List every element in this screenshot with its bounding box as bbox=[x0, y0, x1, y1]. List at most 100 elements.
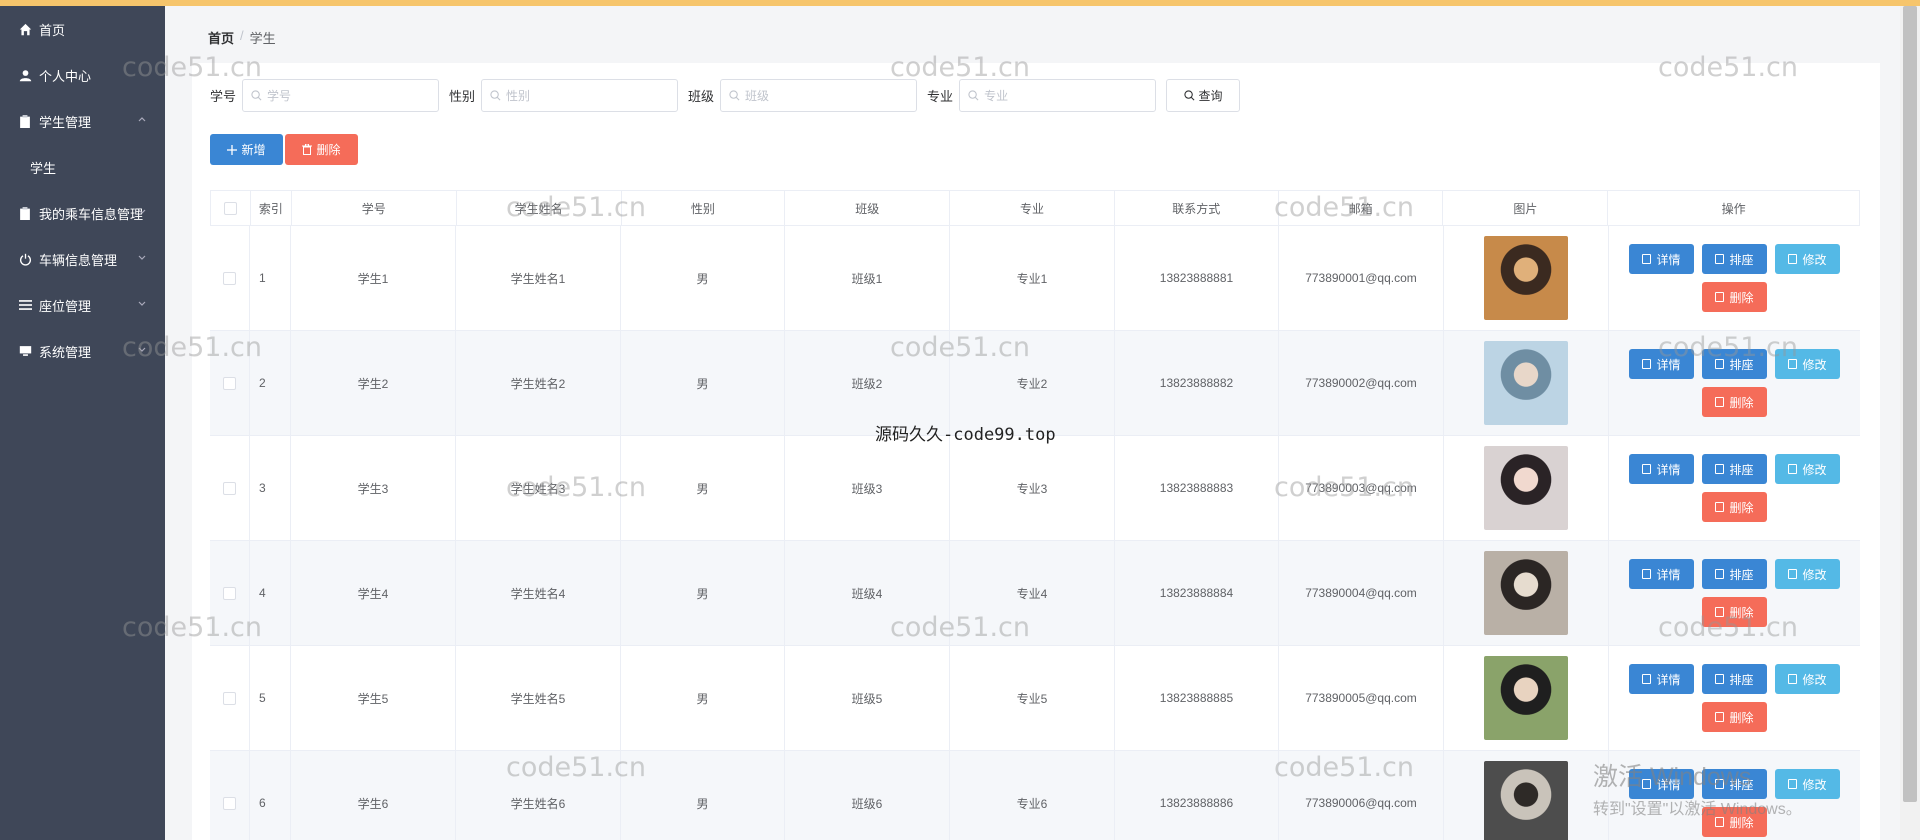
content-panel: 学号 学号 性别 性别 班级 班级 专业 专业 查询 新增 删除 索引 学号 学… bbox=[192, 63, 1880, 840]
vertical-scrollbar[interactable] bbox=[1900, 6, 1920, 840]
arrange-seat-button-label: 排座 bbox=[1729, 567, 1754, 582]
major-search-input[interactable]: 专业 bbox=[959, 79, 1157, 112]
detail-button[interactable]: 详情 bbox=[1629, 454, 1694, 484]
row-checkbox[interactable] bbox=[223, 271, 236, 285]
delete-button[interactable]: 删除 bbox=[1702, 597, 1767, 627]
sidebar-item-system-management[interactable]: 系统管理 bbox=[0, 328, 165, 374]
arrange-seat-button[interactable]: 排座 bbox=[1702, 559, 1767, 589]
document-icon bbox=[1642, 464, 1652, 474]
edit-button[interactable]: 修改 bbox=[1775, 559, 1840, 589]
detail-button[interactable]: 详情 bbox=[1629, 559, 1694, 589]
photo-cell bbox=[1444, 331, 1609, 435]
search-icon bbox=[729, 90, 740, 101]
delete-button-label: 删除 bbox=[1729, 605, 1754, 620]
search-bar: 学号 学号 性别 性别 班级 班级 专业 专业 查询 bbox=[210, 79, 1241, 112]
operations-cell: 详情 排座 修改删除 bbox=[1609, 646, 1860, 750]
edit-button[interactable]: 修改 bbox=[1775, 454, 1840, 484]
chevron-down-icon bbox=[138, 209, 146, 214]
search-label-class: 班级 bbox=[688, 89, 715, 104]
table-row: 3 学生3 学生姓名3 男班级3 专业3 13823888883 773890003@qq.… bbox=[210, 436, 1860, 541]
sidebar-item-label: 座位管理 bbox=[39, 298, 92, 314]
arrange-seat-button[interactable]: 排座 bbox=[1702, 244, 1767, 274]
edit-button[interactable]: 修改 bbox=[1775, 244, 1840, 274]
delete-button[interactable]: 删除 bbox=[1702, 492, 1767, 522]
photo-cell bbox=[1444, 751, 1609, 840]
cell-index: 2 bbox=[250, 331, 291, 435]
document-icon bbox=[1642, 569, 1652, 579]
detail-button[interactable]: 详情 bbox=[1629, 244, 1694, 274]
detail-button-label: 详情 bbox=[1656, 672, 1681, 687]
search-placeholder: 专业 bbox=[984, 89, 1009, 103]
sidebar-item-label: 首页 bbox=[39, 22, 66, 38]
gender-search-input[interactable]: 性别 bbox=[481, 79, 679, 112]
edit-button[interactable]: 修改 bbox=[1775, 664, 1840, 694]
cell-gender: 男 bbox=[621, 331, 785, 435]
breadcrumb-home[interactable]: 首页 bbox=[208, 28, 234, 47]
sidebar-item-student-management[interactable]: 学生管理 bbox=[0, 98, 165, 144]
cell-id: 学生6 bbox=[291, 751, 456, 840]
photo-cell bbox=[1444, 436, 1609, 540]
search-label-student-id: 学号 bbox=[210, 89, 237, 104]
row-select-cell bbox=[210, 646, 250, 750]
document-icon bbox=[1642, 674, 1652, 684]
row-select-cell bbox=[210, 541, 250, 645]
sidebar-item-vehicle-info[interactable]: 车辆信息管理 bbox=[0, 236, 165, 282]
select-all-checkbox[interactable] bbox=[223, 201, 237, 215]
column-header: 班级 bbox=[785, 191, 951, 225]
row-checkbox[interactable] bbox=[223, 481, 236, 495]
row-select-cell bbox=[210, 331, 250, 435]
row-actions: 详情 排座 修改 删除 bbox=[1625, 244, 1845, 312]
cell-index: 3 bbox=[250, 436, 291, 540]
batch-delete-button[interactable]: 删除 bbox=[285, 134, 358, 165]
document-icon bbox=[1715, 464, 1725, 474]
cell-major: 专业5 bbox=[950, 646, 1115, 750]
search-icon bbox=[968, 90, 979, 101]
trash-icon bbox=[1715, 397, 1725, 407]
query-button[interactable]: 查询 bbox=[1166, 79, 1241, 112]
cell-index: 5 bbox=[250, 646, 291, 750]
student-photo bbox=[1484, 341, 1568, 425]
delete-button[interactable]: 删除 bbox=[1702, 387, 1767, 417]
detail-button[interactable]: 详情 bbox=[1629, 349, 1694, 379]
edit-button-label: 修改 bbox=[1802, 777, 1827, 792]
detail-button[interactable]: 详情 bbox=[1629, 664, 1694, 694]
cell-id: 学生4 bbox=[291, 541, 456, 645]
student-id-search-input[interactable]: 学号 bbox=[242, 79, 440, 112]
table-row: 5 学生5 学生姓名5 男班级5 专业5 13823888885 773890005@qq.… bbox=[210, 646, 1860, 751]
scrollbar-thumb[interactable] bbox=[1903, 6, 1917, 802]
cell-name: 学生姓名1 bbox=[456, 226, 621, 330]
detail-button-label: 详情 bbox=[1656, 252, 1681, 267]
operations-cell: 详情 排座 修改删除 bbox=[1609, 541, 1860, 645]
delete-button[interactable]: 删除 bbox=[1702, 282, 1767, 312]
chevron-down-icon bbox=[138, 255, 146, 260]
pencil-icon bbox=[1788, 254, 1798, 264]
sidebar-item-home[interactable]: 首页 bbox=[0, 6, 165, 52]
row-actions: 详情 排座 修改 删除 bbox=[1625, 454, 1845, 522]
student-photo bbox=[1484, 761, 1568, 840]
row-checkbox[interactable] bbox=[223, 376, 236, 390]
edit-button-label: 修改 bbox=[1802, 672, 1827, 687]
cell-gender: 男 bbox=[621, 751, 785, 840]
document-icon bbox=[1642, 254, 1652, 264]
delete-button-label: 删除 bbox=[1729, 395, 1754, 410]
chevron-down-icon bbox=[138, 301, 146, 306]
row-checkbox[interactable] bbox=[223, 691, 236, 705]
add-button[interactable]: 新增 bbox=[210, 134, 283, 165]
column-header: 学号 bbox=[292, 191, 457, 225]
sidebar-item-my-ride-info[interactable]: 我的乘车信息管理 bbox=[0, 190, 165, 236]
class-search-input[interactable]: 班级 bbox=[720, 79, 918, 112]
row-select-cell bbox=[210, 751, 250, 840]
row-checkbox[interactable] bbox=[223, 796, 236, 810]
cell-class: 班级6 bbox=[785, 751, 950, 840]
arrange-seat-button[interactable]: 排座 bbox=[1702, 664, 1767, 694]
edit-button[interactable]: 修改 bbox=[1775, 349, 1840, 379]
arrange-seat-button[interactable]: 排座 bbox=[1702, 349, 1767, 379]
sidebar-item-profile[interactable]: 个人中心 bbox=[0, 52, 165, 98]
cell-email: 773890006@qq.com bbox=[1279, 751, 1444, 840]
arrange-seat-button[interactable]: 排座 bbox=[1702, 454, 1767, 484]
row-checkbox[interactable] bbox=[223, 586, 236, 600]
photo-cell bbox=[1444, 226, 1609, 330]
delete-button[interactable]: 删除 bbox=[1702, 702, 1767, 732]
sidebar-item-student[interactable]: 学生 bbox=[0, 144, 165, 190]
sidebar-item-seat-management[interactable]: 座位管理 bbox=[0, 282, 165, 328]
